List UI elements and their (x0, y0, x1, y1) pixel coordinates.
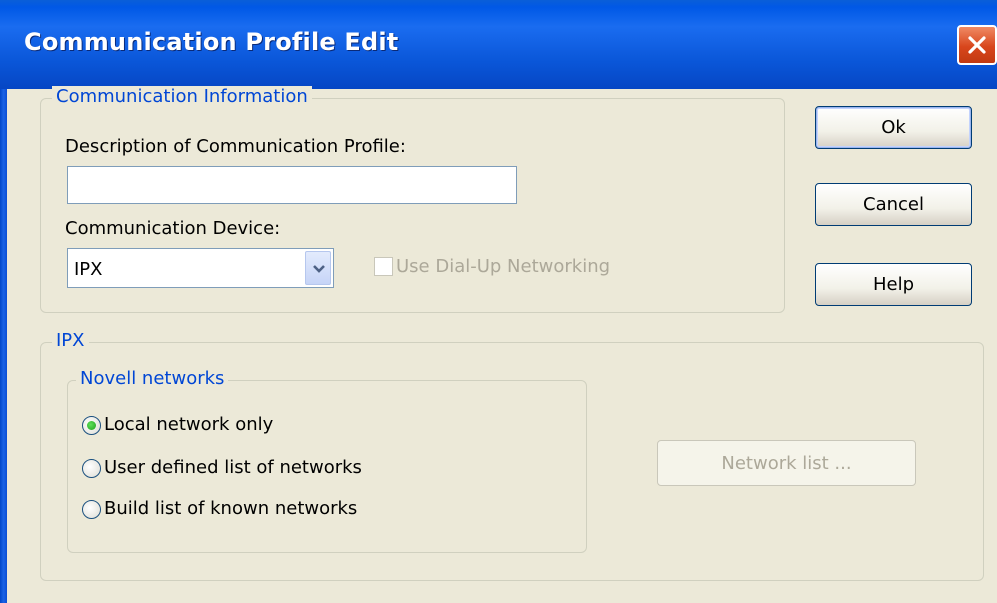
radio-build-known-list[interactable] (82, 500, 101, 519)
radio-option-local[interactable]: Local network only (82, 414, 342, 440)
radio-option-user-defined[interactable]: User defined list of networks (82, 457, 402, 483)
dialup-checkbox[interactable] (374, 257, 393, 276)
close-icon (968, 36, 986, 54)
window-title: Communication Profile Edit (24, 28, 399, 56)
ok-button[interactable]: Ok (815, 106, 972, 149)
novell-networks-group: Novell networks Local network only User … (67, 368, 587, 553)
cancel-button-label: Cancel (863, 194, 924, 215)
network-list-button-label: Network list ... (721, 452, 852, 474)
dialup-label: Use Dial-Up Networking (396, 256, 611, 277)
title-bar[interactable]: Communication Profile Edit (0, 0, 997, 89)
communication-device-select[interactable]: IPX (67, 248, 334, 288)
radio-option-build-list[interactable]: Build list of known networks (82, 498, 402, 524)
communication-information-legend: Communication Information (52, 86, 312, 107)
description-label: Description of Communication Profile: (65, 136, 406, 157)
help-button-label: Help (872, 274, 915, 295)
ok-button-label: Ok (881, 117, 906, 138)
window-frame-left (0, 89, 7, 603)
help-button[interactable]: Help (815, 263, 972, 306)
radio-label-local: Local network only (104, 414, 274, 435)
radio-label-build-list: Build list of known networks (104, 498, 358, 519)
ipx-legend: IPX (52, 330, 89, 351)
dialog-body: Communication Information Description of… (7, 86, 997, 603)
ipx-group: IPX Novell networks Local network only U… (40, 330, 984, 581)
radio-user-defined-list[interactable] (82, 459, 101, 478)
network-list-button[interactable]: Network list ... (657, 440, 916, 486)
dropdown-button[interactable] (305, 251, 331, 285)
chevron-down-icon (313, 265, 325, 273)
close-button[interactable] (957, 25, 997, 65)
radio-local-network-only[interactable] (82, 416, 101, 435)
description-input[interactable] (67, 166, 517, 204)
communication-device-label: Communication Device: (65, 218, 281, 239)
communication-information-group: Communication Information Description of… (40, 86, 785, 313)
radio-selected-dot (87, 421, 96, 430)
communication-device-value: IPX (74, 259, 103, 280)
novell-networks-legend: Novell networks (76, 368, 229, 389)
radio-label-user-defined: User defined list of networks (104, 457, 362, 478)
cancel-button[interactable]: Cancel (815, 183, 972, 226)
